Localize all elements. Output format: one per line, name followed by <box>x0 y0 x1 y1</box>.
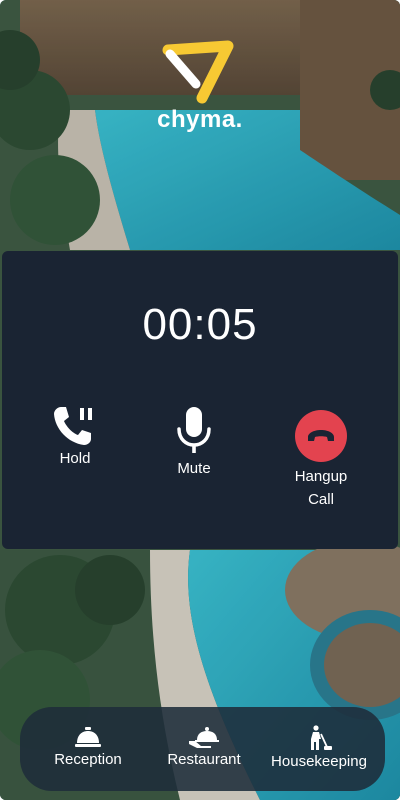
hangup-label-line1: Hangup <box>294 468 348 485</box>
brand-name: chyma. <box>157 106 243 133</box>
bottom-nav: Reception Restaurant Housekeeping <box>20 707 385 791</box>
microphone-icon <box>177 407 211 453</box>
app-screen: chyma. 00:05 Hold Mute Hangup Call Recep… <box>0 0 400 800</box>
nav-label-housekeeping: Housekeeping <box>271 753 367 770</box>
phone-pause-icon <box>54 407 92 445</box>
nav-label-reception: Reception <box>54 751 122 768</box>
mute-button[interactable]: Mute <box>154 405 234 480</box>
brand-logo: chyma. <box>0 40 400 134</box>
nav-label-restaurant: Restaurant <box>167 751 241 768</box>
hold-button[interactable]: Hold <box>35 405 115 470</box>
hangup-circle <box>295 410 347 462</box>
hangup-label-line2: Call <box>308 491 334 508</box>
chyma-logo-icon <box>162 40 234 104</box>
service-bell-icon <box>75 727 101 747</box>
call-timer: 00:05 <box>142 300 258 349</box>
nav-item-housekeeping[interactable]: Housekeeping <box>265 725 373 770</box>
phone-hangup-icon <box>308 430 334 441</box>
food-cloche-icon <box>189 727 219 748</box>
hold-label: Hold <box>59 450 91 467</box>
cleaner-icon <box>311 725 332 750</box>
mute-label: Mute <box>177 460 211 477</box>
hangup-call-button[interactable]: Hangup Call <box>280 410 362 511</box>
nav-item-restaurant[interactable]: Restaurant <box>160 725 248 768</box>
nav-item-reception[interactable]: Reception <box>48 725 128 768</box>
